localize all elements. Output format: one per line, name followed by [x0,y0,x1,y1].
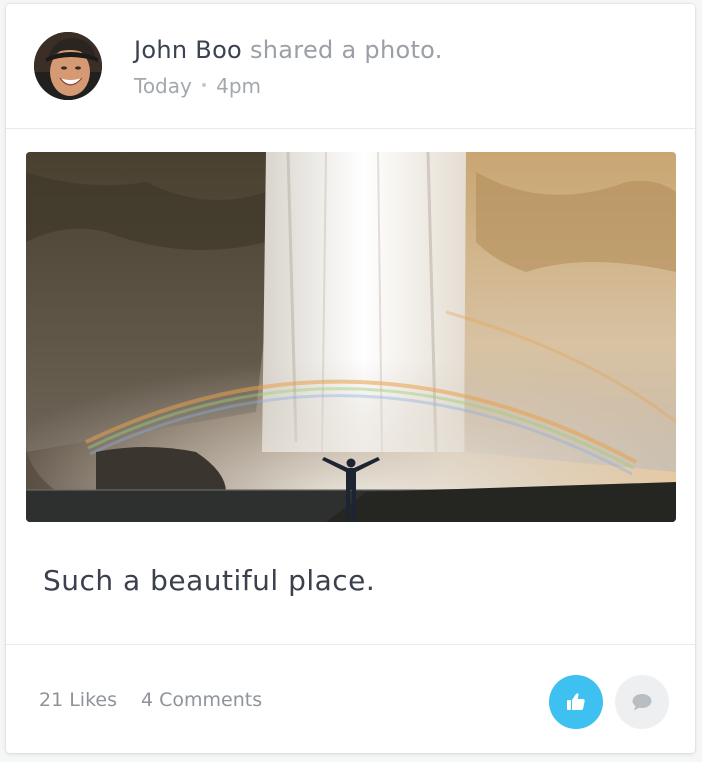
meta-separator: • [199,78,209,94]
author-line: John Boo shared a photo. [134,36,443,64]
post-time: 4pm [216,74,262,98]
avatar-image [34,32,102,100]
like-button[interactable] [549,675,603,729]
avatar[interactable] [34,32,102,100]
post-stats: 21 Likes 4 Comments [39,689,262,711]
post-action: shared a photo. [249,36,443,64]
post-card: John Boo shared a photo. Today • 4pm Suc… [6,4,695,753]
post-footer: 21 Likes 4 Comments [6,644,695,753]
post-meta: Today • 4pm [134,74,261,98]
waterfall-photo [26,152,676,522]
post-photo[interactable] [26,152,676,522]
likes-count[interactable]: 21 Likes [39,689,117,711]
comments-count[interactable]: 4 Comments [141,689,262,711]
comment-button[interactable] [615,675,669,729]
post-date: Today [134,74,192,98]
thumbs-up-icon [567,693,585,710]
post-caption: Such a beautiful place. [43,564,376,597]
post-header: John Boo shared a photo. Today • 4pm [6,4,695,129]
speech-bubble-icon [632,694,652,711]
author-name[interactable]: John Boo [134,36,242,64]
